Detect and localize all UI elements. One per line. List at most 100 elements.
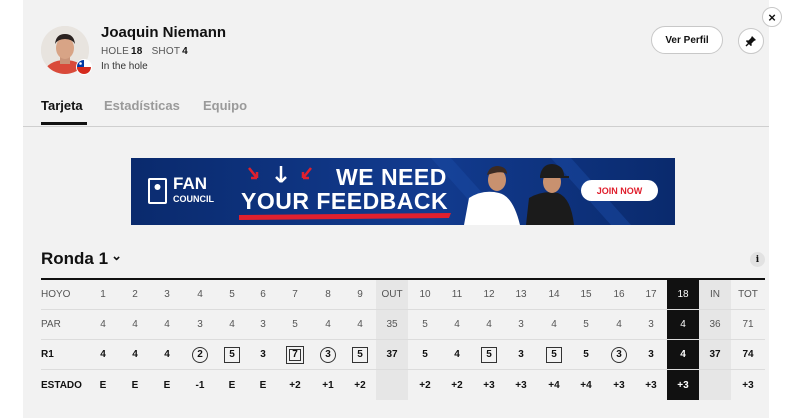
hole-cell-in: IN (699, 280, 731, 309)
score-value: 5 (229, 349, 235, 360)
round-cell-10: 5 (422, 349, 428, 360)
fan-logo-text: FAN (173, 174, 207, 193)
status-cell-15: +4 (580, 379, 592, 391)
round-cell-8: 3 (312, 340, 344, 369)
score-value: 5 (357, 349, 363, 360)
status-cell-6: E (259, 379, 267, 391)
chile-flag-icon (76, 59, 92, 75)
hole-cell-12: 12 (483, 289, 495, 300)
hole-cell-3: 3 (164, 289, 170, 300)
info-icon[interactable]: i (750, 252, 765, 267)
score-value: 3 (616, 349, 622, 360)
round-cell-2: 4 (132, 349, 138, 360)
status-cell-13: +3 (515, 379, 527, 391)
hole-label: HOLE (101, 46, 130, 57)
status-row: ESTADO E E E -1 E E +2 +1 +2 +2 +2 +3 +3 +4 +4 +3 +3 +3 +3 (41, 370, 765, 400)
par-cell-16: 4 (616, 319, 622, 330)
hole-cell-4: 4 (197, 289, 203, 300)
hole-cell-11: 11 (451, 289, 463, 300)
status-cell-5: E (228, 379, 236, 391)
bogey-square-marker: 5 (352, 346, 368, 363)
double-bogey-marker: 7 (286, 345, 304, 364)
council-logo-text: COUNCIL (173, 194, 214, 204)
par-cell-2: 4 (132, 319, 138, 330)
round-cell-6: 3 (260, 349, 266, 360)
score-value: 5 (486, 349, 492, 360)
status-cell-8: +1 (322, 379, 334, 391)
status-cell-in (699, 370, 731, 400)
status-cell-17: +3 (645, 379, 657, 391)
shot-label: SHOT (151, 46, 181, 57)
birdie-circle-marker: 2 (192, 346, 208, 363)
par-cell-4: 3 (197, 319, 203, 330)
par-cell-8: 4 (325, 319, 331, 330)
par-cell-out: 35 (376, 310, 408, 339)
pin-button[interactable] (738, 28, 764, 54)
hole-cell-15: 15 (580, 289, 592, 300)
score-value: 5 (551, 349, 557, 360)
par-cell-tot: 71 (742, 319, 754, 330)
status-cell-18: +3 (667, 370, 699, 400)
hole-cell-7: 7 (292, 289, 298, 300)
round-selector[interactable]: Ronda 1 ⌄ (41, 248, 122, 269)
join-now-button[interactable]: JOIN NOW (581, 180, 658, 201)
par-cell-9: 4 (357, 319, 363, 330)
status-cell-1: E (99, 379, 107, 391)
round-score-row: R1 4 4 4 2 5 3 7 3 5 37 5 4 5 3 5 5 3 3 4 37 74 (41, 340, 765, 370)
status-cell-14: +4 (548, 379, 560, 391)
birdie-circle-marker: 3 (611, 346, 627, 363)
round-cell-9: 5 (344, 340, 376, 369)
bogey-square-marker: 5 (546, 346, 562, 363)
active-tab-indicator (41, 122, 87, 125)
par-cell-7: 5 (292, 319, 298, 330)
hole-cell-10: 10 (419, 289, 431, 300)
round-cell-tot: 74 (742, 349, 754, 360)
round-cell-5: 5 (216, 340, 248, 369)
status-cell-12: +3 (483, 379, 495, 391)
par-cell-14: 4 (551, 319, 557, 330)
fan-council-banner[interactable]: FAN COUNCIL WE NEED YOUR FEEDBACK JOIN N… (131, 158, 675, 225)
round-cell-12: 5 (473, 340, 505, 369)
hole-cell-18: 18 (667, 280, 699, 309)
round-cell-15: 5 (583, 349, 589, 360)
bogey-square-marker: 5 (481, 346, 497, 363)
close-icon: × (768, 9, 776, 25)
round-cell-18: 4 (667, 340, 699, 369)
chevron-down-icon: ⌄ (111, 248, 122, 263)
hole-cell-out: OUT (376, 280, 408, 309)
pin-icon (745, 36, 756, 47)
par-cell-12: 4 (486, 319, 492, 330)
close-button[interactable]: × (762, 7, 782, 27)
shot-value: 4 (182, 46, 188, 57)
hole-cell-6: 6 (260, 289, 266, 300)
tab-tarjeta[interactable]: Tarjeta (41, 98, 83, 113)
par-cell-13: 3 (518, 319, 524, 330)
banner-headline-1: WE NEED (336, 164, 447, 190)
round-cell-3: 4 (164, 349, 170, 360)
round-cell-in: 37 (699, 340, 731, 369)
hole-cell-2: 2 (132, 289, 138, 300)
hole-cell-1: 1 (100, 289, 106, 300)
status-cell-4: -1 (195, 379, 205, 391)
tab-equipo[interactable]: Equipo (203, 98, 247, 113)
row-label-status: ESTADO (41, 379, 82, 391)
par-row: PAR 4 4 4 3 4 3 5 4 4 35 5 4 4 3 4 5 4 3 4 36 71 (41, 310, 765, 340)
par-cell-5: 4 (229, 319, 235, 330)
status-cell-10: +2 (419, 379, 431, 391)
round-cell-16: 3 (603, 340, 635, 369)
tab-estadisticas[interactable]: Estadísticas (104, 98, 180, 113)
round-cell-7: 7 (279, 340, 311, 369)
par-cell-1: 4 (100, 319, 106, 330)
row-label-par: PAR (41, 319, 61, 330)
banner-headline-2: YOUR FEEDBACK (241, 188, 449, 214)
view-profile-button[interactable]: Ver Perfil (651, 26, 723, 54)
hole-cell-9: 9 (357, 289, 363, 300)
hole-cell-8: 8 (325, 289, 331, 300)
round-cell-1: 4 (100, 349, 106, 360)
par-cell-15: 5 (583, 319, 589, 330)
row-label-hole: HOYO (41, 289, 71, 300)
par-cell-11: 4 (454, 319, 460, 330)
hole-cell-13: 13 (515, 289, 527, 300)
hole-shot-info: HOLE 18 SHOT 4 (101, 46, 194, 57)
bogey-square-marker: 5 (224, 346, 240, 363)
